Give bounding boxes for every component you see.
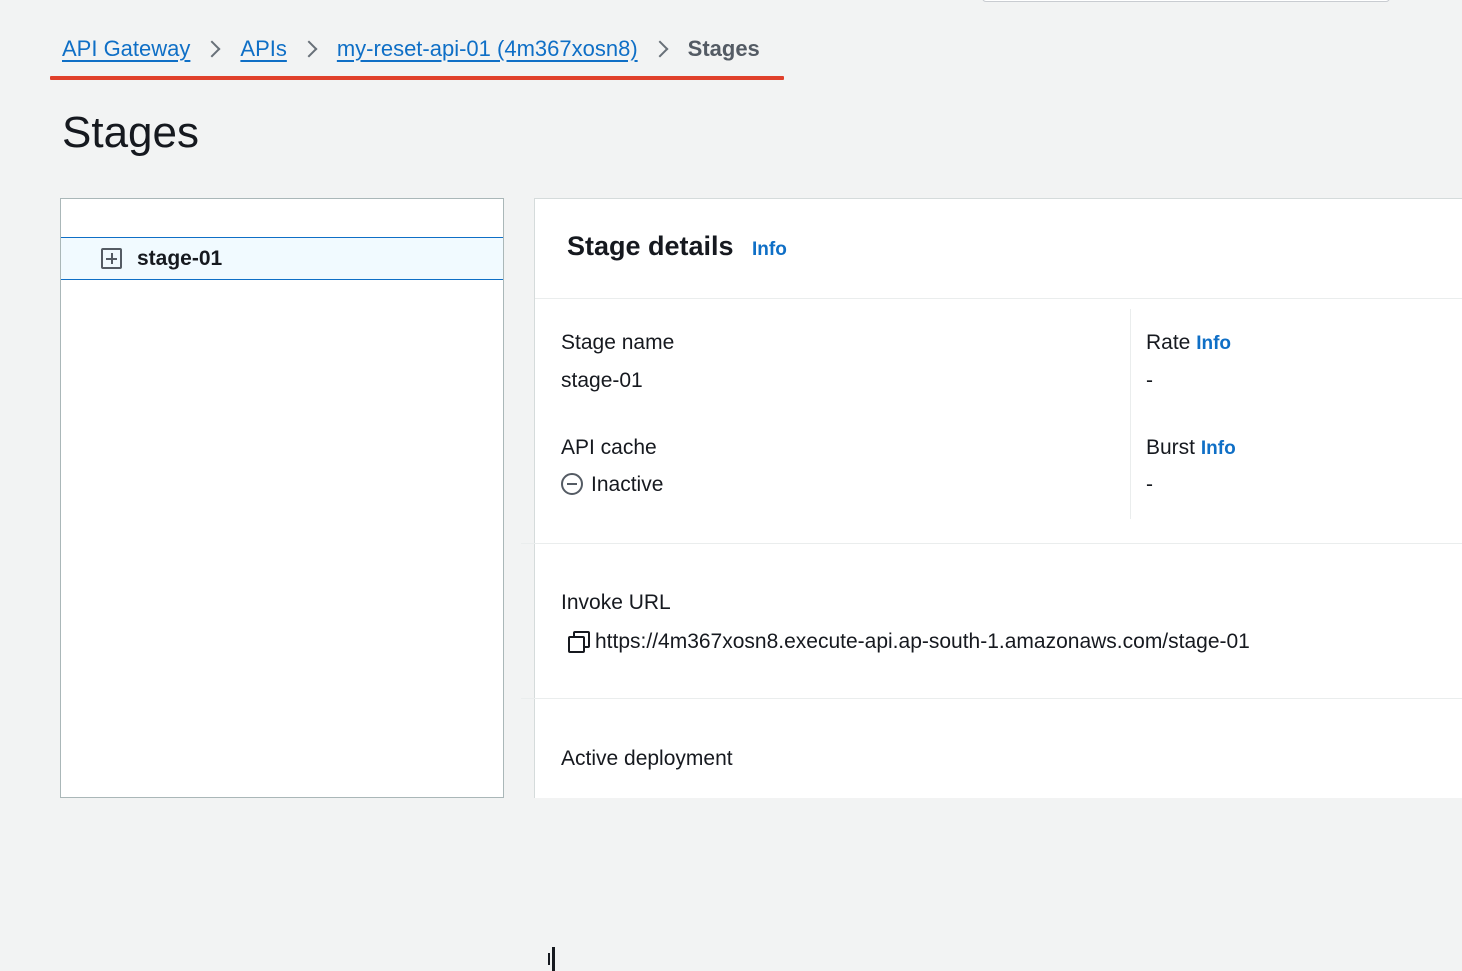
invoke-url-label: Invoke URL: [561, 591, 671, 614]
rate-label: Rate: [1146, 331, 1191, 354]
burst-field: Burst Info: [1146, 436, 1236, 460]
rate-field: Rate Info: [1146, 331, 1231, 355]
burst-label: Burst: [1146, 436, 1196, 459]
stages-tree-panel: stage-01: [60, 198, 555, 971]
breadcrumb-api-name[interactable]: my-reset-api-01 (4m367xosn8): [337, 34, 638, 64]
inactive-minus-circle-icon: [561, 473, 583, 495]
resize-handle[interactable]: [548, 947, 555, 971]
api-cache-status: Inactive: [561, 473, 663, 497]
column-divider: [1130, 309, 1131, 519]
stage-details-title: Stage details: [567, 231, 734, 261]
stage-details-info-link[interactable]: Info: [752, 239, 787, 261]
page-title: Stages: [62, 108, 199, 157]
stage-name-label: Stage name: [561, 331, 675, 354]
rate-info-link[interactable]: Info: [1196, 333, 1231, 354]
invoke-url-value[interactable]: https://4m367xosn8.execute-api.ap-south-…: [595, 630, 1250, 653]
tree-item-stage[interactable]: stage-01: [61, 237, 503, 280]
stage-name-value: stage-01: [561, 369, 643, 392]
api-cache-value: Inactive: [591, 473, 664, 496]
search-bar[interactable]: [982, 0, 1390, 2]
burst-info-link[interactable]: Info: [1201, 438, 1236, 459]
expand-plus-icon[interactable]: [101, 248, 122, 269]
tree-item-label: stage-01: [137, 247, 223, 270]
section-divider: [521, 698, 1462, 699]
burst-value: -: [1146, 473, 1153, 496]
chevron-right-icon: [203, 40, 221, 58]
api-cache-label: API cache: [561, 436, 657, 459]
active-deployment-label: Active deployment: [561, 747, 733, 770]
breadcrumb-highlight-underline: [50, 76, 784, 80]
section-divider: [521, 543, 1462, 544]
stage-details-header: Stage details Info: [535, 199, 1462, 299]
breadcrumb: API Gateway APIs my-reset-api-01 (4m367x…: [62, 34, 760, 64]
stage-details-panel: Stage details Info Stage name stage-01 A…: [521, 198, 1462, 798]
chevron-right-icon: [651, 40, 669, 58]
breadcrumb-apis[interactable]: APIs: [240, 34, 286, 64]
rate-value: -: [1146, 369, 1153, 392]
invoke-url-row: https://4m367xosn8.execute-api.ap-south-…: [567, 629, 1250, 654]
chevron-right-icon: [300, 40, 318, 58]
breadcrumb-api-gateway[interactable]: API Gateway: [62, 34, 190, 64]
breadcrumb-current: Stages: [687, 36, 760, 61]
copy-icon[interactable]: [567, 629, 590, 653]
